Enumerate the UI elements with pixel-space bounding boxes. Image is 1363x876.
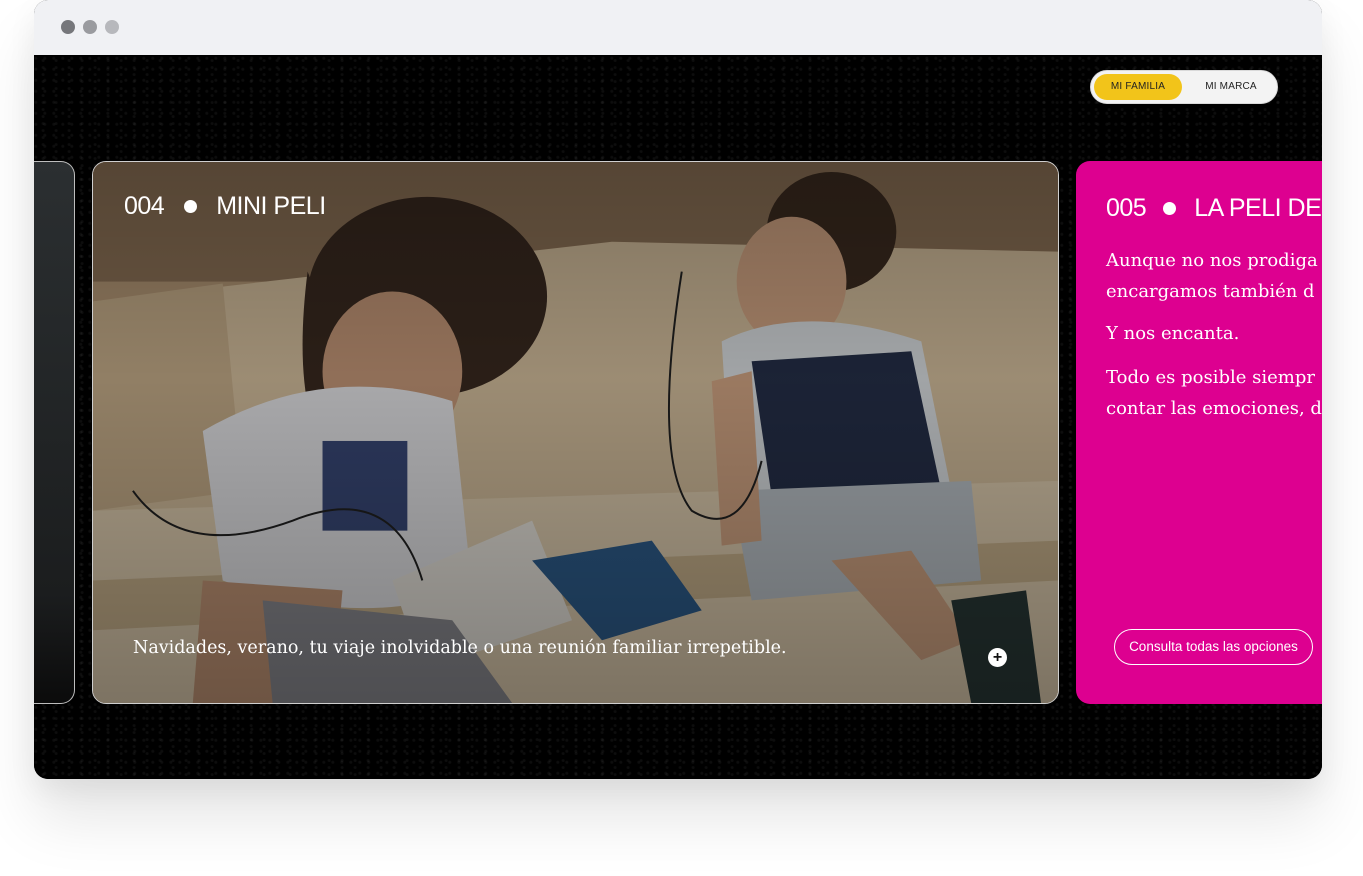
card-mini-peli[interactable]: 004 MINI PELI Navidades, verano, tu viaj… <box>92 161 1059 704</box>
card-title: MINI PELI <box>216 192 326 220</box>
card-caption: Navidades, verano, tu viaje inolvidable … <box>133 638 787 658</box>
next-card-title: LA PELI DE <box>1194 194 1322 222</box>
toggle-mi-marca[interactable]: MI MARCA <box>1189 74 1273 100</box>
card-number: 004 <box>124 192 165 220</box>
next-card-text-line: Aunque no nos prodiga <box>1106 250 1318 271</box>
previous-card[interactable] <box>34 161 75 704</box>
next-card-text-line: encargamos también d <box>1106 281 1315 302</box>
next-card-text-line: Todo es posible siempr <box>1106 367 1315 388</box>
next-card-heading: 005 LA PELI DE <box>1106 194 1322 223</box>
next-card-text-line: contar las emociones, d <box>1106 398 1322 419</box>
next-card-number: 005 <box>1106 194 1147 222</box>
card-heading: 004 MINI PELI <box>124 192 326 221</box>
consulta-opciones-button[interactable]: Consulta todas las opciones <box>1114 629 1313 665</box>
photo-overlay <box>93 162 1058 703</box>
window-titlebar <box>34 0 1322 55</box>
plus-icon[interactable]: + <box>988 648 1007 667</box>
audience-toggle: MI FAMILIA MI MARCA <box>1090 70 1278 104</box>
window-minimize-dot[interactable] <box>83 20 97 34</box>
card-la-peli[interactable]: 005 LA PELI DE Aunque no nos prodiga enc… <box>1076 161 1322 704</box>
window-maximize-dot[interactable] <box>105 20 119 34</box>
toggle-mi-familia[interactable]: MI FAMILIA <box>1094 74 1182 100</box>
carousel-stage: MI FAMILIA MI MARCA 004 MINI PELI Navida… <box>34 55 1322 779</box>
bullet-dot-icon <box>184 200 198 213</box>
browser-window: MI FAMILIA MI MARCA 004 MINI PELI Navida… <box>34 0 1322 779</box>
bullet-dot-icon <box>1163 202 1177 215</box>
window-close-dot[interactable] <box>61 20 75 34</box>
next-card-text-line: Y nos encanta. <box>1106 323 1240 344</box>
